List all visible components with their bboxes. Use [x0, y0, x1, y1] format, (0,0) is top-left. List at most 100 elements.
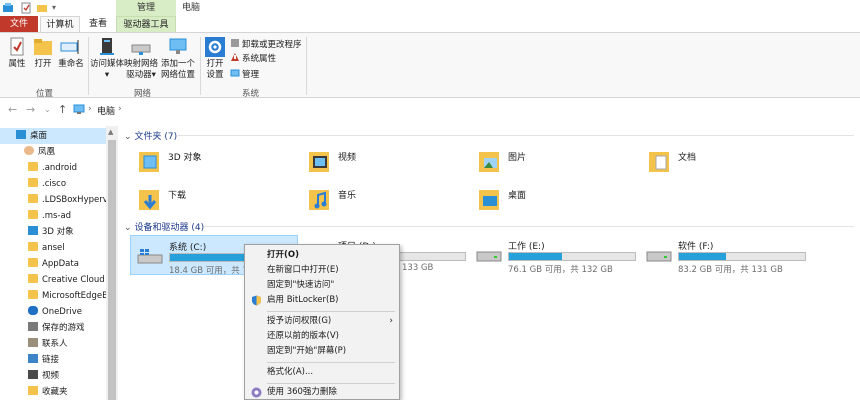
nav-item-desktop[interactable]: 桌面 — [0, 128, 106, 144]
scrollbar-thumb[interactable] — [108, 140, 116, 400]
folder-icon — [28, 162, 38, 171]
uninstall-programs-button[interactable]: 卸载或更改程序 — [230, 38, 302, 51]
menu-item-format[interactable]: 格式化(A)... — [245, 365, 399, 380]
contacts-icon — [28, 338, 38, 347]
tab-computer[interactable]: 计算机 — [40, 16, 80, 32]
nav-item-folder[interactable]: .cisco — [0, 176, 66, 192]
folder-icon — [28, 290, 38, 299]
video-icon — [28, 370, 38, 379]
collapse-chevron-icon[interactable]: ⌄ — [124, 132, 132, 142]
up-button[interactable]: ↑ — [58, 103, 67, 116]
ribbon-tabs: 文件 计算机 查看 驱动器工具 — [0, 16, 860, 32]
drive-space-text: 18.4 GB 可用，共 79 — [169, 266, 254, 276]
quick-access-dropdown-icon[interactable]: ▾ — [52, 2, 64, 14]
nav-item-links[interactable]: 链接 — [0, 352, 59, 368]
access-media-button[interactable]: 访问媒体▾ — [90, 37, 124, 81]
add-network-location-button[interactable]: 添加一个 网络位置 — [158, 37, 198, 81]
access-media-label: 访问媒体 — [90, 59, 125, 69]
folder-tile-music[interactable]: 音乐 — [308, 184, 468, 220]
nav-item-folder[interactable]: MicrosoftEdgeBa — [0, 288, 113, 304]
bitlocker-label: 启用 BitLocker(B) — [267, 295, 339, 305]
menu-item-grant-access[interactable]: 授予访问权限(G) › — [245, 314, 399, 329]
tile-label: 音乐 — [338, 191, 357, 201]
nav-item-folder[interactable]: .ms-ad — [0, 208, 71, 224]
folder-tile-desktop[interactable]: 桌面 — [478, 184, 638, 220]
computer-icon — [73, 104, 85, 114]
recent-locations-dropdown[interactable]: ⌄ — [44, 105, 51, 114]
system-properties-button[interactable]: 系统属性 — [230, 52, 276, 65]
tile-label: 3D 对象 — [168, 153, 202, 163]
drive-tile-f[interactable]: 软件 (F:) 83.2 GB 可用，共 131 GB — [640, 235, 808, 275]
rename-button[interactable]: 重命名 — [56, 37, 86, 70]
3d-objects-folder-icon — [139, 152, 159, 172]
ribbon: 属性 打开 重命名 位置 访问媒体▾ 映射网络 驱动器▾ 添加一个 网络位置 网… — [0, 32, 860, 99]
manage-button[interactable]: 管理 — [230, 68, 259, 81]
section-folders-header[interactable]: ⌄ 文件夹 (7) — [124, 129, 177, 142]
desktop-folder-icon — [479, 190, 499, 210]
drive-tile-e[interactable]: 工作 (E:) 76.1 GB 可用，共 132 GB — [470, 235, 638, 275]
nav-item-folder[interactable]: AppData — [0, 256, 79, 272]
breadcrumb-this-pc[interactable]: 电脑 — [97, 104, 115, 117]
forward-button[interactable]: → — [26, 103, 35, 116]
map-drive-label-2: 驱动器 — [126, 70, 152, 80]
nav-item-folder[interactable]: Creative Cloud F — [0, 272, 112, 288]
properties-button[interactable]: 属性 — [4, 37, 30, 70]
nav-item-saved-games[interactable]: 保存的游戏 — [0, 320, 85, 336]
breadcrumb-separator-icon[interactable]: › — [88, 104, 92, 114]
folder-icon — [28, 178, 38, 187]
scroll-up-icon[interactable]: ▲ — [108, 128, 113, 136]
tab-view[interactable]: 查看 — [82, 16, 114, 32]
folder-icon — [28, 274, 38, 283]
nav-label: 凤凰 — [38, 147, 56, 157]
network-drive-icon — [131, 44, 151, 55]
nav-item-folder[interactable]: .android — [0, 160, 77, 176]
menu-item-open[interactable]: 打开(O) — [245, 248, 399, 263]
nav-item-folder[interactable]: .LDSBoxHypervis — [0, 192, 115, 208]
nav-item-contacts[interactable]: 联系人 — [0, 336, 68, 352]
star-folder-icon — [28, 386, 38, 395]
section-drives-header[interactable]: ⌄ 设备和驱动器 (4) — [124, 220, 204, 233]
nav-label: .LDSBoxHypervis — [42, 195, 115, 205]
navigation-pane: 桌面 凤凰 .android .cisco .LDSBoxHypervis .m… — [0, 126, 118, 400]
menu-item-pin-quick-access[interactable]: 固定到"快速访问" — [245, 278, 399, 293]
breadcrumb-chevron-icon[interactable]: › — [118, 104, 122, 114]
folder-tile-3d-objects[interactable]: 3D 对象 — [138, 146, 298, 182]
menu-item-360-delete[interactable]: 使用 360强力删除 — [245, 385, 399, 400]
3d-objects-icon — [28, 226, 38, 235]
properties-quick-icon[interactable] — [20, 2, 32, 14]
app-icon — [3, 3, 13, 12]
menu-item-pin-start[interactable]: 固定到"开始"屏幕(P) — [245, 344, 399, 359]
back-button[interactable]: ← — [8, 103, 17, 116]
group-label-location: 位置 — [36, 89, 54, 99]
menu-item-open-new-window[interactable]: 在新窗口中打开(E) — [245, 263, 399, 278]
map-network-drive-button[interactable]: 映射网络 驱动器▾ — [124, 37, 158, 81]
tab-file[interactable]: 文件 — [0, 16, 38, 32]
ribbon-separator — [306, 37, 307, 95]
nav-scrollbar[interactable]: ▲ — [106, 126, 118, 400]
tab-drive-tools[interactable]: 驱动器工具 — [116, 16, 176, 32]
nav-item-3d-objects[interactable]: 3D 对象 — [0, 224, 74, 240]
manage-label: 管理 — [242, 70, 260, 80]
open-settings-button[interactable]: 打开 设置 — [202, 37, 228, 81]
nav-label: 联系人 — [42, 339, 68, 349]
drive-usage-fill — [679, 253, 726, 260]
nav-item-onedrive[interactable]: OneDrive — [0, 304, 82, 320]
menu-item-bitlocker[interactable]: 启用 BitLocker(B) — [245, 293, 399, 308]
new-folder-quick-icon[interactable] — [36, 2, 48, 14]
nav-item-folder[interactable]: ansel — [0, 240, 65, 256]
properties-icon — [10, 37, 24, 56]
nav-item-user[interactable]: 凤凰 — [0, 144, 106, 160]
folder-tile-documents[interactable]: 文档 — [648, 146, 808, 182]
drive-usage-fill — [509, 253, 562, 260]
folder-tile-downloads[interactable]: 下载 — [138, 184, 298, 220]
group-label-system: 系统 — [242, 89, 260, 99]
menu-item-restore-versions[interactable]: 还原以前的版本(V) — [245, 329, 399, 344]
collapse-chevron-icon[interactable]: ⌄ — [124, 223, 132, 233]
open-button[interactable]: 打开 — [30, 37, 56, 70]
windows-drive-icon — [137, 249, 163, 264]
shield-icon — [252, 295, 261, 306]
nav-item-videos[interactable]: 视频 — [0, 368, 59, 384]
folder-tile-videos[interactable]: 视频 — [308, 146, 468, 182]
nav-item-favorites[interactable]: 收藏夹 — [0, 384, 68, 400]
folder-tile-pictures[interactable]: 图片 — [478, 146, 638, 182]
